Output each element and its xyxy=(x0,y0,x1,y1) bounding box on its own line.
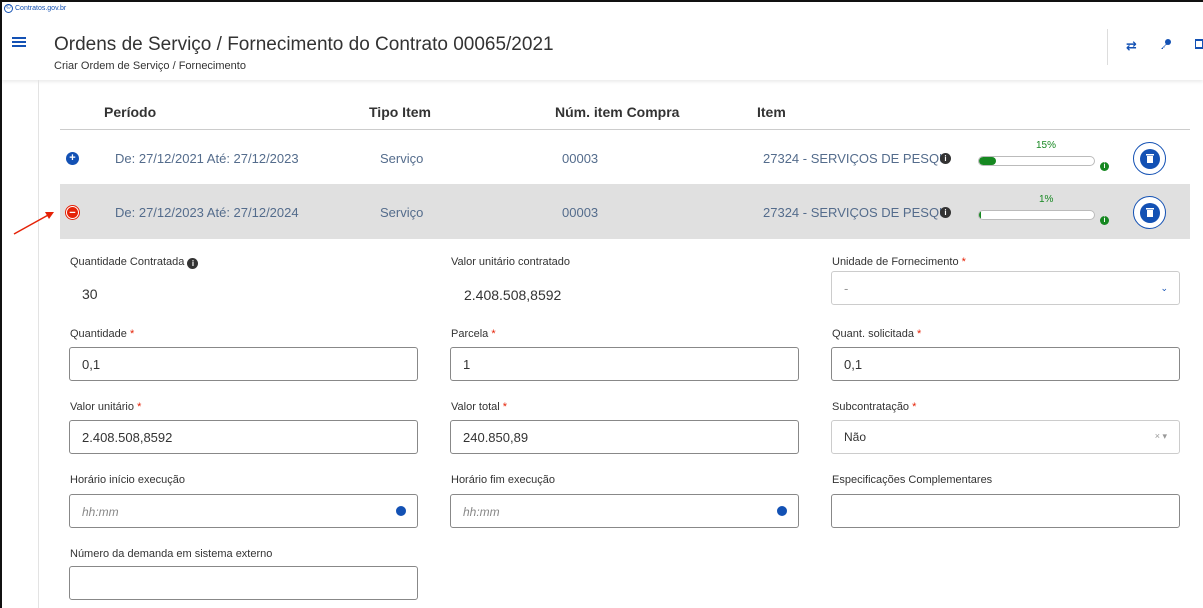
progress-info-icon[interactable]: i xyxy=(1100,216,1109,225)
valor-total-input[interactable]: 240.850,89 xyxy=(450,420,799,454)
progress-label: 15% xyxy=(1036,140,1057,151)
brand-logo[interactable]: © Contratos.gov.br xyxy=(4,4,66,13)
trash-icon xyxy=(1139,202,1160,223)
parcela-label: Parcela * xyxy=(451,328,496,340)
logout-icon[interactable] xyxy=(1194,38,1203,53)
table-header-divider xyxy=(60,129,1190,130)
subcontratacao-select[interactable]: Não × ▾ xyxy=(831,420,1180,454)
page-header: © Contratos.gov.br Ordens de Serviço / F… xyxy=(2,2,1203,80)
page-title: Ordens de Serviço / Fornecimento do Cont… xyxy=(54,34,554,55)
clock-icon xyxy=(396,506,406,516)
row-item: 27324 - SERVIÇOS DE PESQU xyxy=(763,205,949,220)
content-left-rule xyxy=(38,80,39,608)
quantidade-label: Quantidade * xyxy=(70,328,135,340)
quant-solicitada-label: Quant. solicitada * xyxy=(832,328,922,340)
row-tipo-item: Serviço xyxy=(380,205,424,220)
column-header-num-item-compra: Núm. item Compra xyxy=(555,104,680,120)
delete-row-button[interactable] xyxy=(1133,142,1166,175)
table-row-expanded: − De: 27/12/2023 Até: 27/12/2024 Serviço… xyxy=(60,185,1190,239)
quantidade-contratada-label: Quantidade Contratada i xyxy=(70,256,199,269)
valor-unitario-contratado-label: Valor unitário contratado xyxy=(451,256,571,268)
column-header-periodo: Período xyxy=(104,104,157,120)
progress-label: 1% xyxy=(1039,194,1054,205)
collapse-row-icon[interactable]: − xyxy=(66,206,79,219)
annotation-arrow-icon xyxy=(13,212,54,235)
especificacoes-label: Especificações Complementares xyxy=(832,474,993,486)
expand-row-icon[interactable]: + xyxy=(66,152,79,165)
brand-logo-text: Contratos.gov.br xyxy=(15,5,67,12)
unidade-fornecimento-select[interactable]: - ⌄ xyxy=(831,271,1180,305)
column-header-item: Item xyxy=(757,104,786,120)
row-num-item: 00003 xyxy=(562,151,599,166)
clear-select-icon[interactable]: × ▾ xyxy=(1155,431,1167,442)
especificacoes-input[interactable] xyxy=(831,494,1180,528)
page-subtitle: Criar Ordem de Serviço / Fornecimento xyxy=(54,60,246,72)
header-divider xyxy=(1107,29,1108,65)
progress-fill xyxy=(979,211,981,219)
brand-logo-icon: © xyxy=(4,4,13,13)
clock-icon xyxy=(777,506,787,516)
info-icon[interactable]: i xyxy=(940,153,951,164)
horario-fim-label: Horário fim execução xyxy=(451,474,555,486)
chevron-down-icon: ⌄ xyxy=(1160,283,1168,293)
valor-total-label: Valor total * xyxy=(451,401,508,413)
quantidade-input[interactable]: 0,1 xyxy=(69,347,418,381)
subcontratacao-label: Subcontratação * xyxy=(832,401,917,413)
progress-info-icon[interactable]: i xyxy=(1100,162,1109,171)
window-frame-left xyxy=(0,0,2,608)
row-periodo: De: 27/12/2023 Até: 27/12/2024 xyxy=(115,205,299,220)
progress-fill xyxy=(979,157,997,165)
progress-bar xyxy=(978,210,1095,220)
row-periodo: De: 27/12/2021 Até: 27/12/2023 xyxy=(115,151,299,166)
valor-unitario-contratado-value: 2.408.508,8592 xyxy=(464,287,562,303)
delete-row-button[interactable] xyxy=(1133,196,1166,229)
column-header-tipo-item: Tipo Item xyxy=(369,104,431,120)
unidade-fornecimento-label: Unidade de Fornecimento * xyxy=(832,256,966,268)
trash-icon xyxy=(1139,148,1160,169)
table-row: + De: 27/12/2021 Até: 27/12/2023 Serviço… xyxy=(60,131,1190,185)
parcela-input[interactable]: 1 xyxy=(450,347,799,381)
horario-inicio-label: Horário início execução xyxy=(70,474,185,486)
horario-fim-input[interactable]: hh:mm xyxy=(450,494,799,528)
key-icon[interactable] xyxy=(1160,38,1172,53)
row-tipo-item: Serviço xyxy=(380,151,424,166)
numero-demanda-input[interactable] xyxy=(69,566,418,600)
row-item: 27324 - SERVIÇOS DE PESQU xyxy=(763,151,949,166)
row-num-item: 00003 xyxy=(562,205,599,220)
quant-solicitada-input[interactable]: 0,1 xyxy=(831,347,1180,381)
menu-icon[interactable] xyxy=(12,37,26,47)
quantidade-contratada-value: 30 xyxy=(82,286,98,302)
valor-unitario-input[interactable]: 2.408.508,8592 xyxy=(69,420,418,454)
valor-unitario-label: Valor unitário * xyxy=(70,401,142,413)
horario-inicio-input[interactable]: hh:mm xyxy=(69,494,418,528)
progress-bar xyxy=(978,156,1095,166)
info-icon[interactable]: i xyxy=(940,207,951,218)
numero-demanda-label: Número da demanda em sistema externo xyxy=(70,548,273,560)
swap-icon[interactable]: ⇄ xyxy=(1126,38,1137,54)
info-icon[interactable]: i xyxy=(187,258,199,269)
